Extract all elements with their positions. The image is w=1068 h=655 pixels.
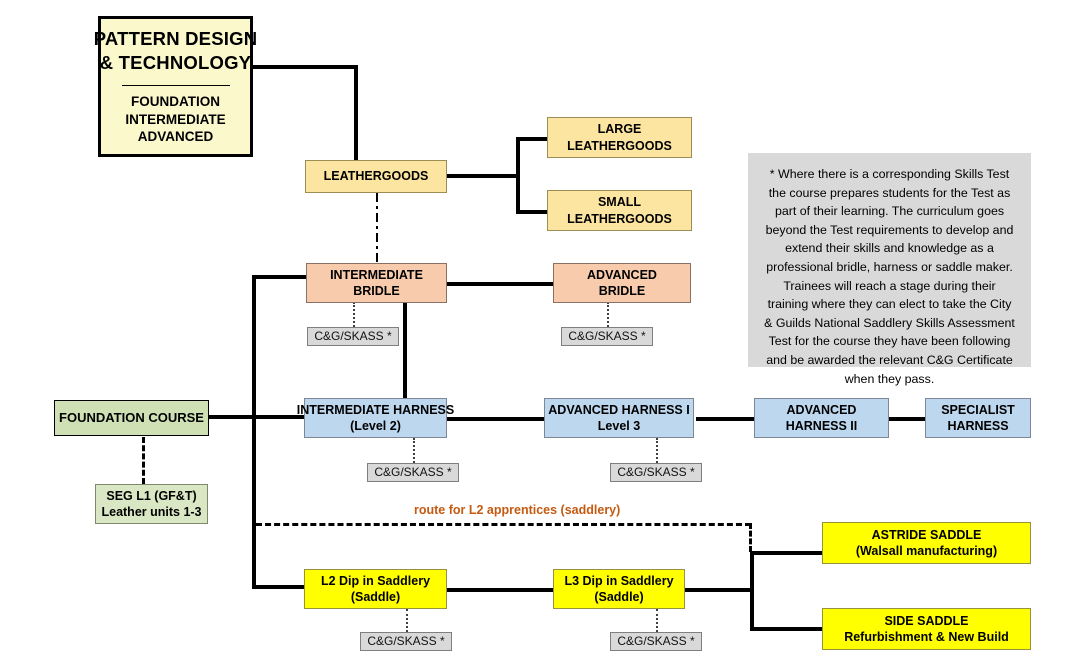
badge-intermediate-harness-label: C&G/SKASS * bbox=[374, 464, 452, 479]
connector-foundation-to-seg bbox=[142, 437, 145, 484]
badge-l3-dip-label: C&G/SKASS * bbox=[617, 633, 695, 648]
node-pattern-design-technology[interactable]: PATTERN DESIGN & TECHNOLOGY FOUNDATION I… bbox=[94, 16, 257, 157]
edge-intermediate-bridle-to-advanced-bridle bbox=[446, 282, 554, 286]
badge-intermediate-bridle-skass[interactable]: C&G/SKASS * bbox=[307, 327, 399, 346]
edge-split-to-side-saddle bbox=[750, 627, 824, 631]
edge-pattern-to-leathergoods-horizontal bbox=[251, 65, 358, 69]
node-l2-dip-in-saddlery[interactable]: L2 Dip in Saddlery (Saddle) bbox=[304, 569, 447, 609]
node-side-saddle[interactable]: SIDE SADDLE Refurbishment & New Build bbox=[822, 608, 1031, 650]
edge-intermediate-bridle-to-intermediate-harness bbox=[403, 302, 407, 400]
skills-test-note: * Where there is a corresponding Skills … bbox=[748, 153, 1031, 386]
edge-split-to-astride-saddle bbox=[750, 551, 824, 555]
astride-saddle-line1: ASTRIDE SADDLE bbox=[871, 527, 982, 542]
edge-leathergoods-split-vertical bbox=[516, 137, 520, 214]
badge-advanced-bridle-skass[interactable]: C&G/SKASS * bbox=[561, 327, 653, 346]
specialist-harness-line2: HARNESS bbox=[947, 419, 1009, 433]
connector-advanced-harness-badge bbox=[656, 438, 658, 463]
intermediate-bridle-line2: BRIDLE bbox=[353, 284, 400, 298]
intermediate-bridle-line1: INTERMEDIATE bbox=[330, 267, 423, 282]
pattern-heading-line1: PATTERN DESIGN bbox=[93, 27, 258, 49]
side-saddle-line2: Refurbishment & New Build bbox=[844, 630, 1009, 644]
edge-foundation-stem bbox=[208, 415, 256, 419]
badge-l2-dip-skass[interactable]: C&G/SKASS * bbox=[360, 632, 452, 651]
node-astride-saddle[interactable]: ASTRIDE SADDLE (Walsall manufacturing) bbox=[822, 522, 1031, 564]
seg-l1-line2: Leather units 1-3 bbox=[101, 505, 202, 519]
flowchart-canvas: PATTERN DESIGN & TECHNOLOGY FOUNDATION I… bbox=[0, 0, 1068, 655]
badge-intermediate-bridle-label: C&G/SKASS * bbox=[314, 328, 392, 343]
pattern-heading-line2: & TECHNOLOGY bbox=[99, 52, 252, 74]
side-saddle-line1: SIDE SADDLE bbox=[884, 613, 969, 628]
edge-saddle-split-vertical bbox=[750, 551, 754, 631]
l3-dip-line2: (Saddle) bbox=[594, 590, 644, 604]
intermediate-harness-line2: (Level 2) bbox=[350, 419, 401, 433]
edge-route-l2-apprentices-vertical bbox=[749, 523, 752, 552]
badge-intermediate-harness-skass[interactable]: C&G/SKASS * bbox=[367, 463, 459, 482]
edge-l3-dip-to-saddle-split bbox=[684, 588, 754, 592]
edge-trunk-to-l2-dip bbox=[252, 585, 308, 589]
node-intermediate-harness[interactable]: INTERMEDIATE HARNESS (Level 2) bbox=[297, 398, 454, 438]
edge-leathergoods-to-small bbox=[516, 210, 548, 214]
small-leathergoods-line1: SMALL bbox=[597, 195, 642, 209]
seg-l1-line1: SEG L1 (GF&T) bbox=[106, 488, 197, 503]
edge-l2-dip-to-l3-dip bbox=[446, 588, 554, 592]
edge-trunk-to-intermediate-bridle bbox=[252, 275, 308, 279]
route-label-l2-apprentices: route for L2 apprentices (saddlery) bbox=[414, 503, 621, 517]
connector-l2-dip-badge bbox=[406, 609, 408, 632]
specialist-harness-line1: SPECIALIST bbox=[941, 402, 1015, 417]
badge-advanced-harness-label: C&G/SKASS * bbox=[617, 464, 695, 479]
badge-advanced-harness-skass[interactable]: C&G/SKASS * bbox=[610, 463, 702, 482]
pattern-divider bbox=[121, 84, 230, 86]
advanced-bridle-line1: ADVANCED bbox=[587, 267, 657, 282]
node-large-leathergoods[interactable]: LARGE LEATHERGOODS bbox=[547, 117, 692, 158]
advanced-bridle-line2: BRIDLE bbox=[598, 284, 646, 298]
edge-leathergoods-to-intermediate-bridle bbox=[376, 193, 378, 263]
badge-advanced-bridle-label: C&G/SKASS * bbox=[568, 328, 646, 343]
edge-intermediate-harness-to-advanced-harness-1 bbox=[446, 417, 554, 421]
node-advanced-harness-2[interactable]: ADVANCED HARNESS II bbox=[754, 398, 889, 438]
node-seg-l1[interactable]: SEG L1 (GF&T) Leather units 1-3 bbox=[95, 484, 208, 524]
small-leathergoods-line2: LEATHERGOODS bbox=[567, 211, 672, 226]
edge-advanced-harness-1-to-advanced-harness-2 bbox=[696, 417, 760, 421]
pattern-sub-foundation: FOUNDATION bbox=[131, 93, 220, 109]
edge-leathergoods-stem bbox=[446, 174, 520, 178]
advanced-harness-2-line2: HARNESS II bbox=[785, 419, 858, 433]
edge-foundation-trunk-vertical bbox=[252, 275, 256, 587]
node-leathergoods[interactable]: LEATHERGOODS bbox=[305, 160, 447, 193]
badge-l3-dip-skass[interactable]: C&G/SKASS * bbox=[610, 632, 702, 651]
large-leathergoods-line1: LARGE bbox=[597, 122, 642, 136]
foundation-course-label: FOUNDATION COURSE bbox=[59, 410, 204, 426]
node-foundation-course[interactable]: FOUNDATION COURSE bbox=[54, 400, 209, 436]
node-advanced-harness-1[interactable]: ADVANCED HARNESS I Level 3 bbox=[544, 398, 694, 438]
l3-dip-line1: L3 Dip in Saddlery bbox=[564, 573, 674, 588]
node-l3-dip-in-saddlery[interactable]: L3 Dip in Saddlery (Saddle) bbox=[553, 569, 685, 609]
astride-saddle-line2: (Walsall manufacturing) bbox=[855, 544, 998, 558]
edge-pattern-to-leathergoods-vertical bbox=[354, 65, 358, 162]
advanced-harness-1-line1: ADVANCED HARNESS I bbox=[548, 402, 690, 417]
node-small-leathergoods[interactable]: SMALL LEATHERGOODS bbox=[547, 190, 692, 231]
connector-intermediate-bridle-badge bbox=[353, 302, 355, 327]
badge-l2-dip-label: C&G/SKASS * bbox=[367, 633, 445, 648]
large-leathergoods-line2: LEATHERGOODS bbox=[567, 138, 672, 153]
pattern-sub-intermediate: INTERMEDIATE bbox=[125, 111, 226, 127]
edge-route-l2-apprentices-horizontal bbox=[256, 523, 751, 526]
intermediate-harness-line1: INTERMEDIATE HARNESS bbox=[296, 402, 455, 417]
l2-dip-line2: (Saddle) bbox=[350, 590, 401, 604]
l2-dip-line1: L2 Dip in Saddlery bbox=[320, 573, 431, 588]
advanced-harness-2-line1: ADVANCED bbox=[786, 402, 857, 417]
leathergoods-label: LEATHERGOODS bbox=[323, 169, 429, 184]
connector-l3-dip-badge bbox=[656, 609, 658, 632]
advanced-harness-1-line2: Level 3 bbox=[597, 419, 641, 433]
edge-advanced-harness-2-to-specialist-harness bbox=[886, 417, 928, 421]
node-intermediate-bridle[interactable]: INTERMEDIATE BRIDLE bbox=[306, 263, 447, 303]
connector-advanced-bridle-badge bbox=[607, 302, 609, 327]
node-specialist-harness[interactable]: SPECIALIST HARNESS bbox=[925, 398, 1031, 438]
edge-leathergoods-to-large bbox=[516, 137, 548, 141]
connector-intermediate-harness-badge bbox=[413, 438, 415, 463]
pattern-sub-advanced: ADVANCED bbox=[137, 129, 214, 145]
node-advanced-bridle[interactable]: ADVANCED BRIDLE bbox=[553, 263, 691, 303]
